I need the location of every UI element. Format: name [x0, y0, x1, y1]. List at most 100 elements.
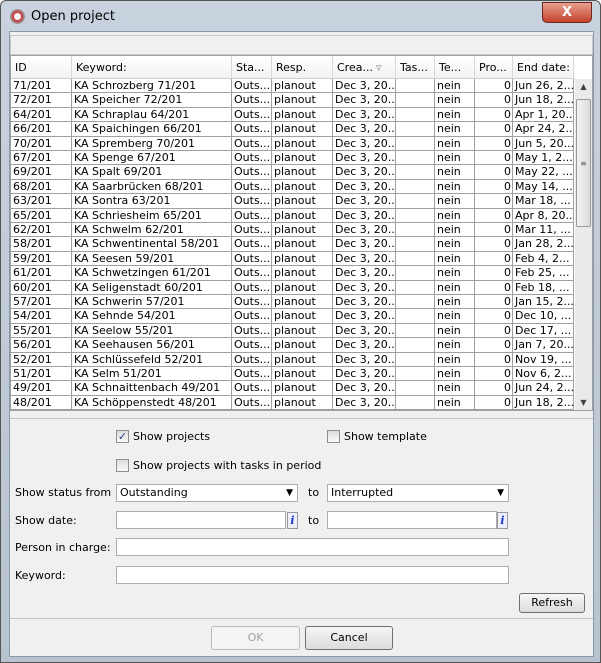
show-tasks-period-checkbox[interactable]: Show projects with tasks in period	[116, 459, 321, 472]
status-from-value: Outstanding	[120, 486, 188, 499]
cell-end-date: Dec 10, ...	[513, 309, 574, 324]
table-row[interactable]: 54/201 KA Sehnde 54/201 Outs... planout Dec …	[11, 309, 576, 324]
cell-progress: 0	[475, 122, 513, 137]
cancel-button[interactable]: Cancel	[305, 626, 393, 650]
vertical-scrollbar[interactable]: ▲ ≡ ▼	[575, 79, 592, 410]
cell-template: nein	[435, 280, 475, 295]
checkbox-box[interactable]	[116, 459, 129, 472]
cell-tasks	[396, 165, 435, 180]
keyword-input[interactable]	[116, 566, 509, 584]
column-header-keyword[interactable]: Keyword:	[72, 56, 232, 79]
cell-created: Dec 3, 20...	[333, 107, 396, 123]
column-header-end-date[interactable]: End date:	[513, 56, 574, 79]
column-header-label: Pro...	[479, 61, 507, 74]
sort-descending-icon: ▿	[375, 61, 382, 74]
cell-status: Outs...	[232, 165, 272, 180]
table-row[interactable]: 68/201 KA Saarbrücken 68/201 Outs... planou…	[11, 179, 576, 195]
show-projects-checkbox[interactable]: ✓ Show projects	[116, 430, 210, 443]
scroll-up-icon[interactable]: ▲	[575, 82, 592, 91]
column-header-progress[interactable]: Pro...	[475, 56, 513, 79]
table-row[interactable]: 59/201 KA Seesen 59/201 Outs... planout Dec …	[11, 251, 576, 267]
cell-tasks	[396, 179, 435, 195]
date-to-label: to	[308, 514, 320, 527]
cell-created: Dec 3, 20...	[333, 93, 396, 108]
table-row[interactable]: 49/201 KA Schnaittenbach 49/201 Outs... pla…	[11, 381, 576, 396]
keyword-label: Keyword:	[15, 569, 66, 582]
cell-status: Outs...	[232, 237, 272, 252]
cell-template: nein	[435, 395, 475, 410]
column-header-label: Resp.	[276, 61, 307, 74]
table-row[interactable]: 60/201 KA Seligenstadt 60/201 Outs... plano…	[11, 280, 576, 295]
cell-keyword: KA Seesen 59/201	[72, 251, 232, 267]
column-header-template[interactable]: Te...	[435, 56, 475, 79]
window-title: Open project	[31, 9, 115, 24]
column-header-responsible[interactable]: Resp.	[272, 56, 333, 79]
cell-responsible: planout	[272, 194, 333, 209]
status-to-select[interactable]: Interrupted ▼	[327, 484, 509, 502]
cell-keyword: KA Seelow 55/201	[72, 323, 232, 339]
checkbox-checked-icon[interactable]: ✓	[116, 430, 129, 443]
table-row[interactable]: 56/201 KA Seehausen 56/201 Outs... planout D…	[11, 338, 576, 353]
cell-status: Outs...	[232, 381, 272, 396]
table-row[interactable]: 64/201 KA Schraplau 64/201 Outs... planout D…	[11, 107, 576, 123]
cell-progress: 0	[475, 151, 513, 166]
info-icon[interactable]: i	[497, 512, 508, 529]
column-header-tasks[interactable]: Tas...	[396, 56, 435, 79]
cell-responsible: planout	[272, 352, 333, 367]
cell-status: Outs...	[232, 280, 272, 295]
cell-tasks	[396, 367, 435, 382]
table-row[interactable]: 63/201 KA Sontra 63/201 Outs... planout Dec …	[11, 194, 576, 209]
table-row[interactable]: 69/201 KA Spalt 69/201 Outs... planout Dec 3…	[11, 165, 576, 180]
table-row[interactable]: 71/201 KA Schrozberg 71/201 Outs... planout…	[11, 79, 576, 94]
cell-progress: 0	[475, 295, 513, 310]
cell-created: Dec 3, 20...	[333, 395, 396, 410]
scrollbar-thumb[interactable]: ≡	[576, 99, 591, 227]
table-row[interactable]: 58/201 KA Schwentinental 58/201 Outs... pla…	[11, 237, 576, 252]
cell-template: nein	[435, 79, 475, 94]
close-button[interactable]: X	[542, 2, 592, 23]
table-row[interactable]: 52/201 KA Schlüssefeld 52/201 Outs... plano…	[11, 352, 576, 367]
cell-end-date: Mar 11, ...	[513, 223, 574, 238]
cell-created: Dec 3, 20...	[333, 323, 396, 339]
date-from-input[interactable]	[116, 511, 286, 529]
table-row[interactable]: 55/201 KA Seelow 55/201 Outs... planout Dec …	[11, 323, 576, 339]
table-row[interactable]: 48/201 KA Schöppenstedt 48/201 Outs... plan…	[11, 395, 576, 410]
column-header-status[interactable]: Sta...	[232, 56, 272, 79]
table-row[interactable]: 62/201 KA Schwelm 62/201 Outs... planout Dec…	[11, 223, 576, 238]
table-row[interactable]: 72/201 KA Speicher 72/201 Outs... planout De…	[11, 93, 576, 108]
cell-id: 57/201	[11, 295, 72, 310]
date-to-input[interactable]	[327, 511, 497, 529]
cell-status: Outs...	[232, 367, 272, 382]
person-in-charge-input[interactable]	[116, 538, 509, 556]
table-row[interactable]: 67/201 KA Spenge 67/201 Outs... planout Dec …	[11, 151, 576, 166]
scroll-down-icon[interactable]: ▼	[575, 398, 592, 407]
column-header-label: Tas...	[400, 61, 428, 74]
cell-tasks	[396, 295, 435, 310]
cell-keyword: KA Selm 51/201	[72, 367, 232, 382]
status-from-select[interactable]: Outstanding ▼	[116, 484, 298, 502]
cell-created: Dec 3, 20...	[333, 208, 396, 223]
cell-progress: 0	[475, 79, 513, 94]
cell-status: Outs...	[232, 194, 272, 209]
cell-keyword: KA Saarbrücken 68/201	[72, 179, 232, 195]
show-template-label: Show template	[344, 430, 427, 443]
info-icon[interactable]: i	[287, 512, 298, 529]
cell-tasks	[396, 194, 435, 209]
ok-button[interactable]: OK	[211, 626, 300, 650]
table-row[interactable]: 57/201 KA Schwerin 57/201 Outs... planout De…	[11, 295, 576, 310]
cell-template: nein	[435, 223, 475, 238]
column-header-created[interactable]: Crea... ▿	[333, 56, 396, 79]
cell-created: Dec 3, 20...	[333, 122, 396, 137]
show-template-checkbox[interactable]: Show template	[327, 430, 427, 443]
table-row[interactable]: 51/201 KA Selm 51/201 Outs... planout Dec 3,…	[11, 367, 576, 382]
cell-tasks	[396, 223, 435, 238]
table-row[interactable]: 61/201 KA Schwetzingen 61/201 Outs... plano…	[11, 266, 576, 281]
checkbox-box[interactable]	[327, 430, 340, 443]
column-header-id[interactable]: ID	[11, 56, 72, 79]
table-row[interactable]: 66/201 KA Spaichingen 66/201 Outs... planou…	[11, 122, 576, 137]
table-row[interactable]: 65/201 KA Schriesheim 65/201 Outs... planou…	[11, 208, 576, 223]
cell-keyword: KA Schöppenstedt 48/201	[72, 395, 232, 410]
refresh-button[interactable]: Refresh	[519, 593, 585, 613]
cell-created: Dec 3, 20...	[333, 381, 396, 396]
table-row[interactable]: 70/201 KA Spremberg 70/201 Outs... planout D…	[11, 136, 576, 151]
